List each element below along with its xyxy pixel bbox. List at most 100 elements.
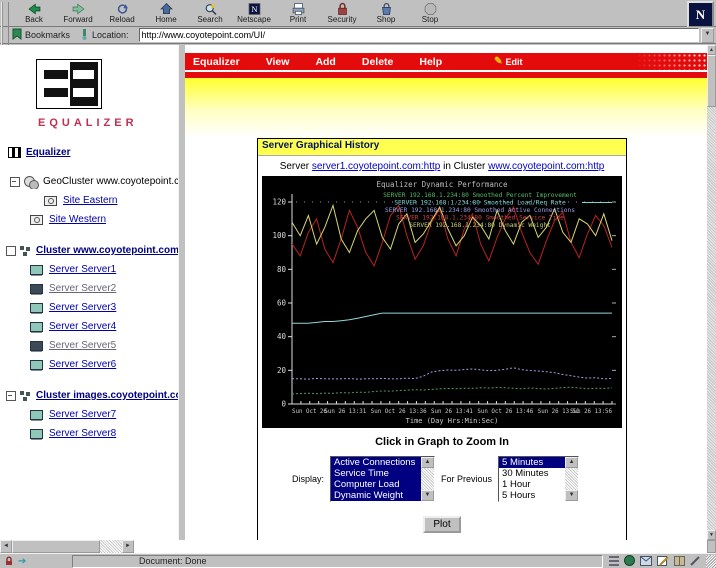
previous-list-scrollbar[interactable]: ▲ ▼ <box>565 457 578 501</box>
tree-link-server8[interactable]: Server Server8 <box>49 428 116 439</box>
tree-link-server6[interactable]: Server Server6 <box>49 359 116 370</box>
svg-text:SERVER 192.168.1.234:80 Smooth: SERVER 192.168.1.234:80 Smoothed Active … <box>385 207 575 214</box>
reload-icon <box>115 2 130 16</box>
svg-text:40: 40 <box>277 332 287 341</box>
home-button[interactable]: Home <box>144 1 188 25</box>
scroll-down-icon[interactable]: ▼ <box>421 490 434 501</box>
pen-icon[interactable] <box>690 556 700 568</box>
mailbox-icon[interactable] <box>640 556 652 568</box>
previous-label: For Previous <box>441 474 492 484</box>
tree-link-geocluster[interactable]: GeoCluster www.coyotepoint.com <box>43 176 178 187</box>
previous-option[interactable]: 5 Minutes <box>499 457 565 468</box>
previous-listbox[interactable]: 5 Minutes 30 Minutes 1 Hour 5 Hours ▲ ▼ <box>498 456 579 502</box>
display-option[interactable]: Service Time <box>331 468 421 479</box>
shop-icon <box>379 2 394 16</box>
cluster-expand-icon[interactable] <box>6 391 16 401</box>
tree-link-server1[interactable]: Server Server1 <box>49 264 116 275</box>
geocluster-expand-icon[interactable] <box>10 177 20 187</box>
display-list-scrollbar[interactable]: ▲ ▼ <box>421 457 434 501</box>
back-button[interactable]: Back <box>12 1 56 25</box>
display-option[interactable]: Dynamic Weight <box>331 490 421 501</box>
svg-text:120: 120 <box>272 198 286 207</box>
url-dropdown-arrow[interactable]: ▼ <box>701 28 714 43</box>
scroll-up-icon[interactable]: ▲ <box>707 45 716 55</box>
svg-text:SERVER 192.168.1.234:80 Dynami: SERVER 192.168.1.234:80 Dynamic Weight <box>409 222 551 229</box>
server-history-chart[interactable]: 020406080100120Sun Oct 26Sun 26 13:31Sun… <box>262 176 622 428</box>
vertical-scrollbar-thumb[interactable] <box>707 55 716 107</box>
tree-item-server3: Server Server3 <box>0 300 178 315</box>
cluster-link[interactable]: www.coyotepoint.com:http <box>488 161 604 172</box>
forward-button[interactable]: Forward <box>56 1 100 25</box>
tree-link-cluster-images[interactable]: Cluster images.coyotepoint.com: <box>36 390 178 401</box>
home-icon <box>159 2 174 16</box>
tree-link-site-western[interactable]: Site Western <box>49 214 106 225</box>
netscape-button[interactable]: N Netscape <box>232 1 276 25</box>
location-label: Location: <box>92 30 129 40</box>
previous-option[interactable]: 5 Hours <box>499 490 565 501</box>
print-button[interactable]: Print <box>276 1 320 25</box>
equalizer-root-icon <box>8 147 21 158</box>
scroll-down-icon[interactable]: ▼ <box>707 530 716 540</box>
display-listbox[interactable]: Active Connections Service Time Computer… <box>330 456 435 502</box>
vertical-scrollbar[interactable]: ▲ ▼ <box>707 45 716 540</box>
server-icon <box>30 429 43 439</box>
display-option[interactable]: Computer Load <box>331 479 421 490</box>
scroll-up-icon[interactable]: ▲ <box>565 457 578 468</box>
horizontal-scrollbar-thumb[interactable] <box>12 540 100 553</box>
menu-delete[interactable]: Delete <box>362 56 394 68</box>
reload-button[interactable]: Reload <box>100 1 144 25</box>
menu-equalizer[interactable]: Equalizer <box>193 56 240 68</box>
panel-title: Server Graphical History <box>258 139 626 156</box>
svg-text:60: 60 <box>277 299 287 308</box>
scroll-down-icon[interactable]: ▼ <box>565 490 578 501</box>
horizontal-scrollbar-track[interactable] <box>100 540 122 553</box>
server-icon <box>30 284 43 294</box>
tree-link-server2[interactable]: Server Server2 <box>49 283 116 294</box>
menu-help[interactable]: Help <box>419 56 442 68</box>
tree-item-site-eastern: Site Eastern <box>0 193 178 208</box>
cluster-expand-icon[interactable] <box>6 246 16 256</box>
plot-button[interactable]: Plot <box>423 516 460 533</box>
panel-subtitle: Server server1.coyotepoint.com:http in C… <box>258 156 626 176</box>
menu-view[interactable]: View <box>266 56 290 68</box>
svg-text:100: 100 <box>272 231 286 240</box>
tree-link-cluster-www[interactable]: Cluster www.coyotepoint.com:http <box>36 245 178 256</box>
security-button[interactable]: Security <box>320 1 364 25</box>
url-input[interactable] <box>139 28 699 42</box>
address-book-icon[interactable] <box>674 556 685 568</box>
previous-option[interactable]: 1 Hour <box>499 479 565 490</box>
display-option[interactable]: Active Connections <box>331 457 421 468</box>
svg-text:Sun Oct 26 13:46: Sun Oct 26 13:46 <box>477 409 533 415</box>
menu-edit[interactable]: ✎ Edit <box>494 56 522 67</box>
tree-link-site-eastern[interactable]: Site Eastern <box>63 195 117 206</box>
navigator-icon[interactable] <box>624 555 635 568</box>
composer-icon[interactable] <box>657 556 669 568</box>
security-status-icon[interactable] <box>4 556 14 568</box>
server-icon <box>30 322 43 332</box>
toolbar-grip[interactable] <box>1 2 9 24</box>
tree-link-server7[interactable]: Server Server7 <box>49 409 116 420</box>
scroll-right-icon[interactable]: ► <box>122 540 134 553</box>
tree-link-equalizer[interactable]: Equalizer <box>26 147 70 158</box>
netscape-logo[interactable]: N <box>687 1 714 28</box>
list-lines-icon[interactable] <box>609 556 619 568</box>
tree-link-server4[interactable]: Server Server4 <box>49 321 116 332</box>
search-button[interactable]: Search <box>188 1 232 25</box>
tree-link-server3[interactable]: Server Server3 <box>49 302 116 313</box>
tree-item-server4: Server Server4 <box>0 319 178 334</box>
previous-option[interactable]: 30 Minutes <box>499 468 565 479</box>
scroll-up-icon[interactable]: ▲ <box>421 457 434 468</box>
tree-item-server1: Server Server1 <box>0 262 178 277</box>
window-resize-grip[interactable] <box>706 555 716 568</box>
shop-button[interactable]: Shop <box>364 1 408 25</box>
forward-label: Forward <box>63 16 92 24</box>
scroll-left-icon[interactable]: ◄ <box>0 540 12 553</box>
whats-related-arrow-icon[interactable]: ➔ <box>18 556 26 567</box>
server-link[interactable]: server1.coyotepoint.com:http <box>312 161 440 172</box>
addressbar-grip[interactable] <box>1 24 9 46</box>
stop-button[interactable]: Stop <box>408 1 452 25</box>
bookmarks-chip[interactable]: Bookmarks <box>12 28 70 42</box>
sidebar-horizontal-scrollbar[interactable]: ◄ ► <box>0 540 134 553</box>
menu-add[interactable]: Add <box>315 56 335 68</box>
tree-link-server5[interactable]: Server Server5 <box>49 340 116 351</box>
